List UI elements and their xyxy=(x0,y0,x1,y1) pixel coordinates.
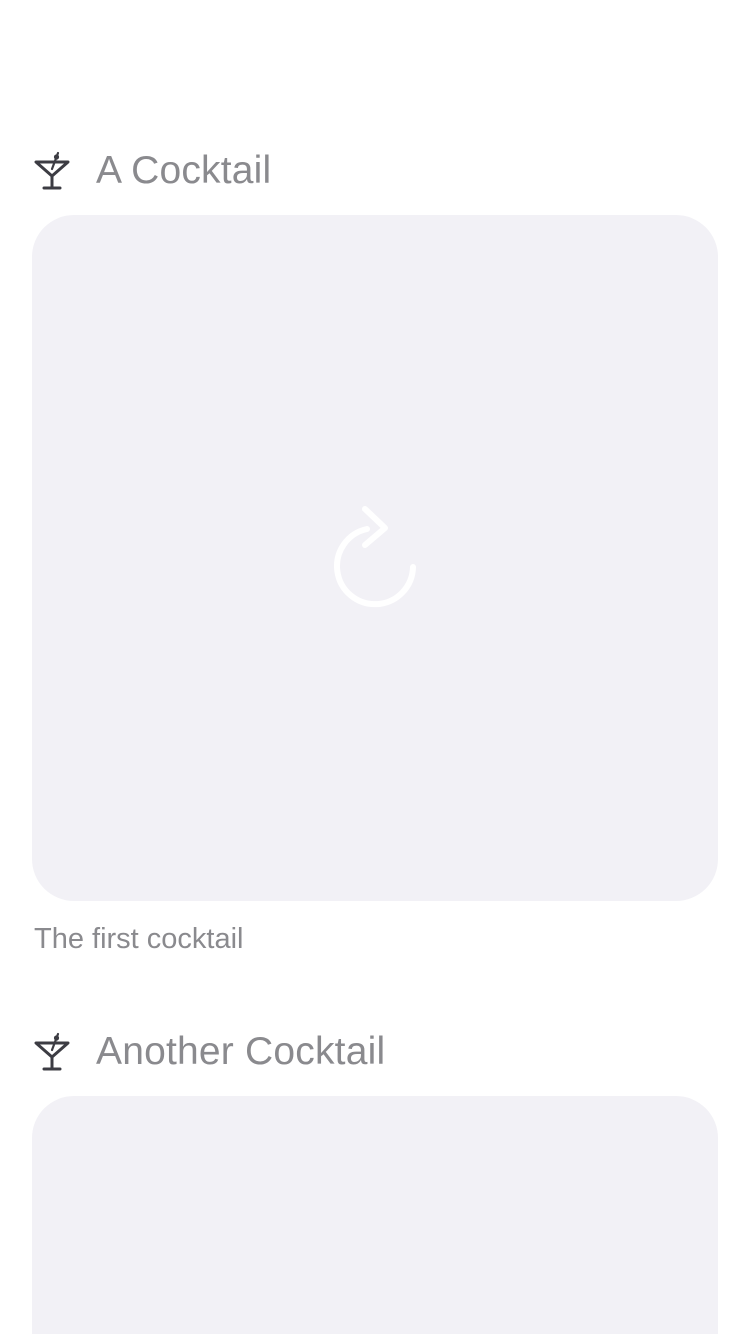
cocktail-card[interactable]: Another Cocktail xyxy=(0,0,750,1334)
card-header: Another Cocktail xyxy=(34,1028,385,1076)
cocktail-image-placeholder[interactable] xyxy=(32,1096,718,1334)
cocktail-glass-icon xyxy=(34,1030,78,1074)
cocktail-feed[interactable]: A Cocktail The first cocktail Another Co… xyxy=(0,0,750,1334)
card-title: Another Cocktail xyxy=(96,1030,386,1073)
